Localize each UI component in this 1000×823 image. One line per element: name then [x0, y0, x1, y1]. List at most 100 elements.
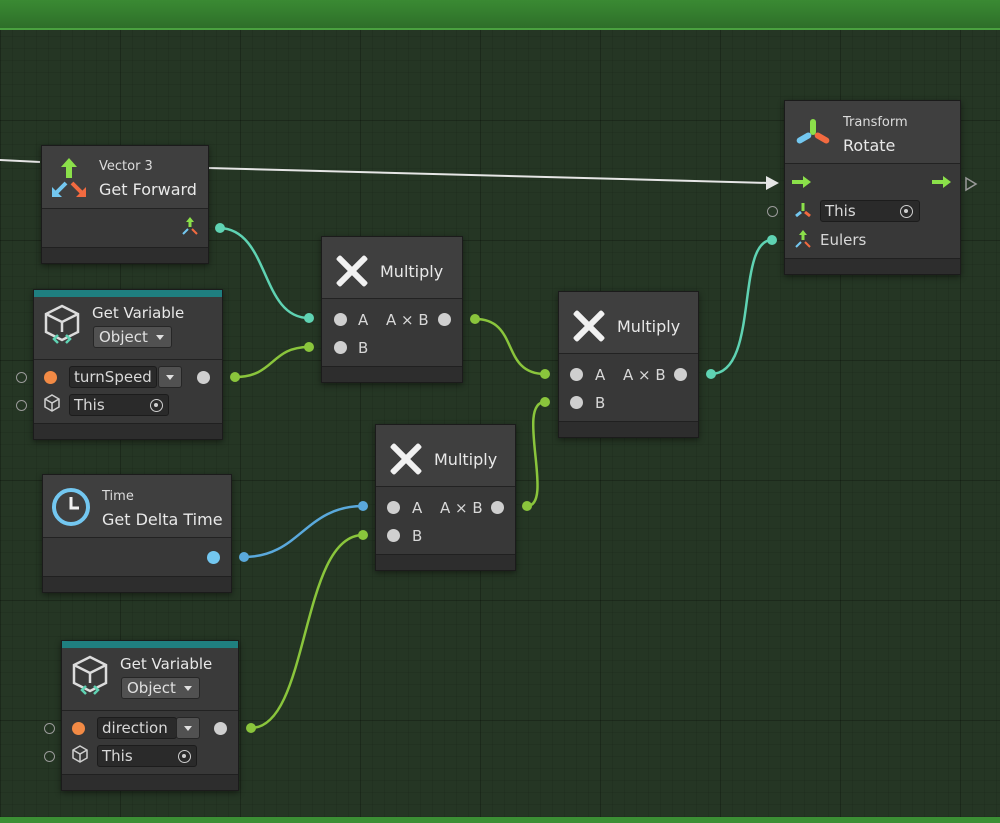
graph-bottom-bar	[0, 817, 1000, 823]
node-title: Multiply	[380, 262, 444, 281]
get-variable-direction-node[interactable]: Get Variable Object direction This	[44, 640, 239, 791]
input-a-label: A	[358, 311, 369, 329]
input-a-label: A	[412, 499, 423, 517]
target-input-port[interactable]	[767, 206, 778, 217]
eulers-label: Eulers	[820, 231, 867, 249]
flow-input-arrow-icon[interactable]	[792, 175, 812, 189]
node-footer	[785, 258, 960, 274]
node-footer	[43, 576, 231, 592]
node-category: Transform	[843, 115, 908, 130]
node-title: Multiply	[617, 317, 681, 336]
wire-direction-to-mult3	[250, 533, 364, 730]
wire-mult2-to-rotate	[710, 238, 773, 376]
input-a-port[interactable]	[334, 313, 347, 326]
control-flow-arrowhead	[766, 176, 779, 190]
eulers-axes-icon	[795, 230, 811, 248]
node-category: Time	[102, 489, 134, 504]
chevron-down-icon	[184, 686, 192, 691]
node-header: Get Variable Object	[34, 297, 222, 360]
node-title: Get Forward	[99, 180, 197, 199]
node-footer	[559, 421, 698, 437]
node-accent-strip	[62, 641, 238, 648]
target-value: This	[102, 747, 133, 765]
node-footer	[34, 423, 222, 439]
multiply-x-icon	[334, 253, 370, 289]
rotate-node[interactable]: Transform Rotate This Eulers	[767, 100, 961, 275]
rotate-icon	[796, 119, 830, 144]
variable-name-field[interactable]: direction	[97, 717, 177, 739]
wire-mult1-to-mult2	[474, 317, 546, 376]
transform-small-icon	[795, 203, 811, 218]
node-header: Get Variable Object	[62, 648, 238, 711]
input-b-port[interactable]	[570, 396, 583, 409]
clock-icon	[52, 488, 90, 526]
get-variable-turnspeed-node[interactable]: Get Variable Object turnSpeed This	[16, 289, 223, 440]
node-footer	[62, 774, 238, 790]
output-label: A × B	[386, 311, 429, 329]
wire-turnspeed-to-mult1	[234, 345, 310, 379]
cube-icon	[72, 745, 88, 763]
name-input-port[interactable]	[16, 372, 27, 383]
object-picker-icon[interactable]	[150, 399, 163, 412]
node-accent-strip	[34, 290, 222, 297]
output-port[interactable]	[438, 313, 451, 326]
output-port[interactable]	[491, 501, 504, 514]
node-footer	[322, 366, 462, 382]
transform-axes-icon	[52, 158, 86, 197]
node-footer	[376, 554, 515, 570]
flow-output-port[interactable]	[964, 176, 978, 192]
multiply-x-icon	[571, 308, 607, 344]
variable-name-field[interactable]: turnSpeed	[69, 366, 157, 388]
node-header: Time Get Delta Time	[43, 475, 231, 538]
input-b-label: B	[358, 339, 369, 357]
wire-forward-to-mult1	[219, 226, 310, 320]
node-title: Get Variable	[92, 304, 185, 322]
variable-kind-value: Object	[99, 328, 148, 346]
name-port-icon	[44, 371, 57, 384]
target-input-port[interactable]	[44, 751, 55, 762]
object-picker-icon[interactable]	[178, 750, 191, 763]
target-value: This	[74, 396, 105, 414]
get-delta-time-node[interactable]: Time Get Delta Time	[42, 474, 232, 593]
vector3-output-icon	[182, 217, 198, 235]
name-port-icon	[72, 722, 85, 735]
input-a-label: A	[595, 366, 606, 384]
input-b-port[interactable]	[387, 529, 400, 542]
chevron-down-icon	[184, 726, 192, 731]
input-b-label: B	[595, 394, 606, 412]
node-header: Multiply	[322, 237, 462, 299]
multiply-node-1[interactable]: Multiply A A × B B	[321, 236, 463, 383]
output-port[interactable]	[674, 368, 687, 381]
node-header: Transform Rotate	[785, 101, 960, 164]
multiply-node-2[interactable]: Multiply A A × B B	[558, 291, 699, 438]
node-title: Multiply	[434, 450, 498, 469]
variable-cube-icon	[72, 655, 108, 695]
variable-cube-icon	[44, 304, 80, 344]
delta-time-output-port[interactable]	[207, 551, 220, 564]
node-header: Vector 3 Get Forward	[42, 146, 208, 209]
input-b-port[interactable]	[334, 341, 347, 354]
node-header: Multiply	[376, 425, 515, 487]
variable-kind-value: Object	[127, 679, 176, 697]
multiply-x-icon	[388, 441, 424, 477]
target-value: This	[825, 202, 856, 220]
name-input-port[interactable]	[44, 723, 55, 734]
node-footer	[42, 247, 208, 263]
output-label: A × B	[440, 499, 483, 517]
input-a-port[interactable]	[387, 501, 400, 514]
node-title: Get Variable	[120, 655, 213, 673]
flow-output-arrow-icon[interactable]	[932, 175, 952, 189]
value-output-port[interactable]	[214, 722, 227, 735]
wire-deltatime-to-mult3	[243, 504, 364, 559]
target-input-port[interactable]	[16, 400, 27, 411]
node-category: Vector 3	[99, 159, 153, 174]
input-a-port[interactable]	[570, 368, 583, 381]
variable-name-value: direction	[102, 719, 168, 737]
node-title: Rotate	[843, 136, 896, 155]
get-forward-node[interactable]: Vector 3 Get Forward	[41, 145, 209, 264]
object-picker-icon[interactable]	[900, 205, 913, 218]
chevron-down-icon	[166, 375, 174, 380]
node-title: Get Delta Time	[102, 510, 223, 529]
value-output-port[interactable]	[197, 371, 210, 384]
multiply-node-3[interactable]: Multiply A A × B B	[375, 424, 516, 571]
